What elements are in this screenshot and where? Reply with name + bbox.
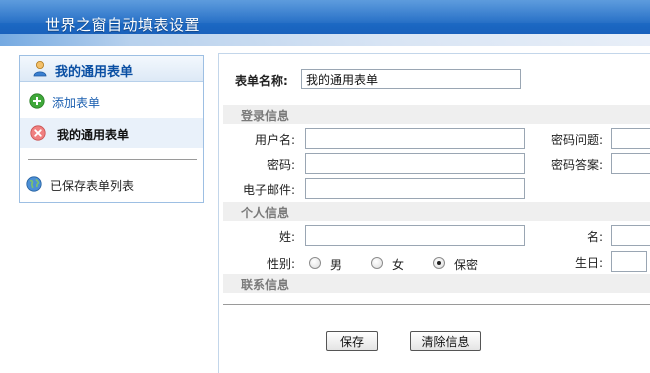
user-icon xyxy=(33,61,47,77)
form-divider xyxy=(223,304,650,305)
surname-label: 姓: xyxy=(278,230,295,244)
password-question-label: 密码问题: xyxy=(550,133,603,147)
window-title: 世界之窗自动填表设置 xyxy=(45,16,201,34)
birthday-input[interactable] xyxy=(611,251,647,272)
sidebar: 我的通用表单 添加表单 我的通用表单 已保存表单列表 xyxy=(19,55,204,203)
gender-option-label: 男 xyxy=(330,258,343,272)
sidebar-item-my-form[interactable]: 我的通用表单 xyxy=(20,118,203,148)
section-login: 登录信息 xyxy=(223,105,650,124)
clear-button[interactable]: 清除信息 xyxy=(410,331,481,351)
surname-input[interactable] xyxy=(305,225,525,246)
sidebar-item-label: 添加表单 xyxy=(52,96,101,110)
password-answer-input[interactable] xyxy=(611,153,650,174)
given-name-label: 名: xyxy=(586,230,603,244)
remove-icon[interactable] xyxy=(30,125,46,141)
section-personal: 个人信息 xyxy=(223,202,650,221)
form-name-input[interactable] xyxy=(301,69,521,89)
section-contact: 联系信息 xyxy=(223,274,650,293)
sidebar-header: 我的通用表单 xyxy=(20,56,203,82)
globe-icon xyxy=(26,176,42,192)
sidebar-item-label: 已保存表单列表 xyxy=(50,179,135,193)
form-name-label: 表单名称: xyxy=(235,74,288,88)
sidebar-item-add-form[interactable]: 添加表单 xyxy=(20,86,203,116)
password-question-input[interactable] xyxy=(611,128,650,149)
gender-radio-female[interactable] xyxy=(371,257,383,269)
save-button[interactable]: 保存 xyxy=(326,331,378,351)
title-bar: 世界之窗自动填表设置 xyxy=(0,0,650,46)
password-label: 密码: xyxy=(266,158,295,172)
gender-radio-male[interactable] xyxy=(309,257,321,269)
gender-label: 性别: xyxy=(266,257,295,271)
password-input[interactable] xyxy=(305,153,525,174)
form-panel: 表单名称: 登录信息 用户名: 密码问题: 密码: 密码答案: 电子邮件: 个人… xyxy=(218,53,650,373)
email-label: 电子邮件: xyxy=(242,183,295,197)
gender-radio-secret[interactable] xyxy=(433,257,445,269)
title-bar-fade xyxy=(0,34,650,46)
sidebar-title: 我的通用表单 xyxy=(55,65,134,80)
sidebar-divider xyxy=(28,159,197,160)
given-name-input[interactable] xyxy=(611,225,650,246)
gender-option-label: 女 xyxy=(392,258,405,272)
email-input[interactable] xyxy=(305,178,525,199)
section-title: 登录信息 xyxy=(241,109,290,123)
username-label: 用户名: xyxy=(254,133,295,147)
plus-icon xyxy=(29,93,45,109)
birthday-label: 生日: xyxy=(574,256,603,270)
section-title: 个人信息 xyxy=(241,206,290,220)
section-title: 联系信息 xyxy=(241,278,290,292)
gender-option-label: 保密 xyxy=(454,258,479,272)
sidebar-item-saved-forms[interactable]: 已保存表单列表 xyxy=(20,169,203,199)
sidebar-item-label: 我的通用表单 xyxy=(57,128,130,142)
password-answer-label: 密码答案: xyxy=(550,158,603,172)
username-input[interactable] xyxy=(305,128,525,149)
